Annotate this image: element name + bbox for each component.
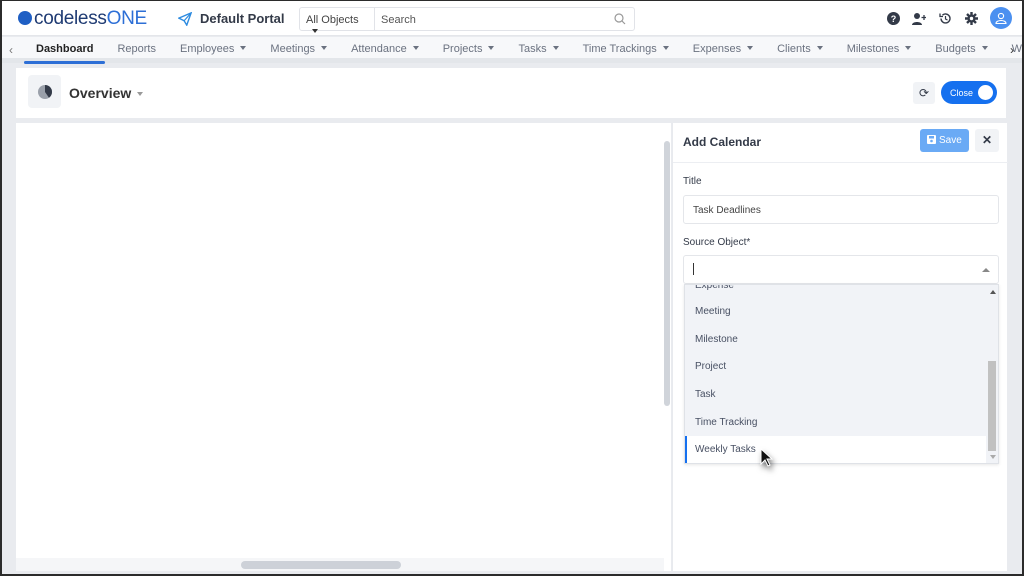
chevron-up-icon: [982, 268, 990, 272]
panel-title: Add Calendar: [683, 135, 762, 149]
tab-tasks[interactable]: Tasks: [506, 37, 570, 63]
paper-plane-icon: [177, 11, 193, 27]
chevron-down-icon: [662, 46, 669, 50]
source-object-label: Source Object*: [683, 237, 751, 248]
tab-meetings[interactable]: Meetings: [258, 37, 339, 63]
app-window: codelessONE Default Portal All Objects S…: [2, 1, 1022, 574]
source-object-dropdown: Expense Meeting Milestone Project Task Time T…: [684, 284, 999, 464]
svg-text:?: ?: [890, 14, 896, 24]
tab-label: Attendance: [351, 43, 407, 55]
chevron-down-icon: [412, 46, 419, 50]
gear-icon[interactable]: [964, 11, 978, 25]
tab-expenses[interactable]: Expenses: [681, 37, 765, 63]
refresh-icon: ⟳: [918, 86, 930, 100]
tab-employees[interactable]: Employees: [168, 37, 258, 63]
global-search: All Objects Search: [299, 7, 635, 33]
tab-time-trackings[interactable]: Time Trackings: [571, 37, 681, 63]
dropdown-option[interactable]: Task: [685, 381, 998, 409]
tab-label: Dashboard: [36, 43, 94, 55]
search-scope-select[interactable]: All Objects: [300, 8, 375, 33]
tab-label: Projects: [442, 43, 483, 55]
nav-scroll-right-icon[interactable]: ›: [1010, 43, 1014, 57]
tab-label: Expenses: [692, 43, 742, 55]
chevron-down-icon: [905, 46, 912, 50]
tab-milestones[interactable]: Milestones: [835, 37, 924, 63]
tab-label: Reports: [117, 43, 156, 55]
dropdown-option[interactable]: Expense: [685, 285, 998, 298]
avatar[interactable]: [990, 7, 1012, 29]
save-icon: [927, 135, 936, 144]
top-bar: codelessONE Default Portal All Objects S…: [2, 1, 1022, 36]
history-icon[interactable]: [938, 11, 952, 25]
dropdown-option[interactable]: Project: [685, 353, 998, 381]
dropdown-option[interactable]: Milestone: [685, 326, 998, 354]
tab-reports[interactable]: Reports: [105, 37, 168, 63]
chevron-down-icon: [488, 46, 495, 50]
close-toggle[interactable]: Close: [941, 81, 997, 104]
tab-dashboard[interactable]: Dashboard: [24, 37, 106, 64]
tab-label: Budgets: [935, 43, 976, 55]
source-object-select[interactable]: [683, 255, 999, 284]
tab-label: Clients: [777, 43, 811, 55]
tab-budgets[interactable]: Budgets: [923, 37, 999, 63]
refresh-button[interactable]: ⟳: [913, 82, 935, 104]
add-user-icon[interactable]: [912, 11, 926, 25]
add-calendar-panel: Add Calendar Save ✕ Title Task Deadlines…: [672, 123, 1008, 571]
dashboard-header: Overview ⟳ Close: [16, 68, 1006, 118]
chevron-down-icon: [240, 46, 247, 50]
dropdown-scrollbar[interactable]: [986, 285, 998, 463]
logo[interactable]: codelessONE: [18, 8, 147, 30]
tab-label: Time Trackings: [582, 43, 657, 55]
horizontal-scrollbar[interactable]: [241, 561, 401, 569]
title-input[interactable]: Task Deadlines: [683, 195, 999, 224]
tab-label: Milestones: [846, 43, 900, 55]
help-icon[interactable]: ?: [886, 11, 900, 25]
dropdown-option[interactable]: Time Tracking: [685, 409, 998, 437]
chevron-down-icon: [747, 46, 754, 50]
tab-attendance[interactable]: Attendance: [339, 37, 431, 63]
tab-label: Meetings: [270, 43, 316, 55]
search-icon[interactable]: [614, 13, 626, 25]
chevron-down-icon: [981, 46, 988, 50]
main-nav: ‹ Dashboard Reports Employees Meetings Atten…: [2, 37, 1022, 64]
close-button[interactable]: ✕: [975, 129, 999, 152]
tab-label: Tasks: [518, 43, 547, 55]
chevron-down-icon: [816, 46, 823, 50]
save-button[interactable]: Save: [920, 129, 969, 152]
title-label: Title: [683, 176, 702, 187]
close-icon: ✕: [981, 133, 993, 147]
dropdown-option[interactable]: Weekly Tasks: [685, 436, 998, 463]
vertical-scrollbar[interactable]: [664, 141, 670, 406]
portal-selector[interactable]: Default Portal: [177, 11, 285, 27]
page-title[interactable]: Overview: [69, 85, 144, 101]
nav-scroll-left-icon[interactable]: ‹: [9, 43, 13, 57]
mouse-cursor-icon: [760, 448, 774, 467]
dashboard-canvas: [16, 123, 671, 571]
search-input[interactable]: Search: [375, 8, 634, 30]
tab-projects[interactable]: Projects: [431, 37, 507, 63]
tab-clients[interactable]: Clients: [765, 37, 835, 63]
chevron-down-icon: [321, 46, 328, 50]
pie-chart-icon: [28, 75, 61, 108]
tab-label: Employees: [180, 43, 235, 55]
dropdown-option[interactable]: Meeting: [685, 298, 998, 326]
chevron-down-icon: [552, 46, 559, 50]
